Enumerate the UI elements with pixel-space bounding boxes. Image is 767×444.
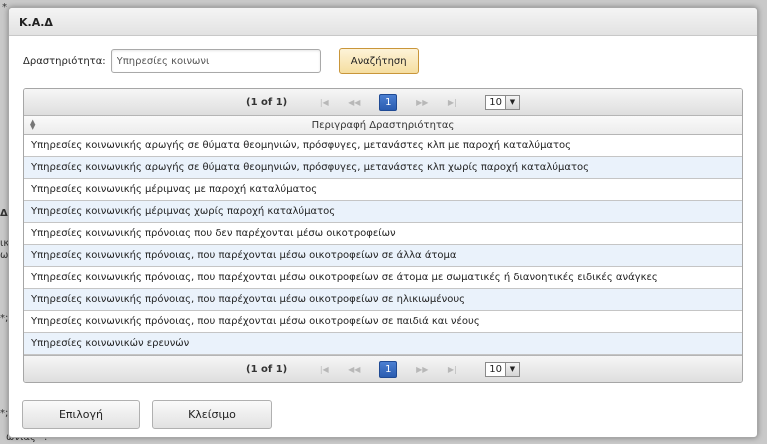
activities-table: (1 of 1) |◀ ◀◀ 1 ▶▶ ▶| 10 ▼ ▲ ▼ Περιγραφή… <box>23 88 743 383</box>
page-number-button[interactable]: 1 <box>379 360 398 378</box>
table-row[interactable]: Υπηρεσίες κοινωνικής αρωγής σε θύματα θε… <box>24 157 742 179</box>
bg-fragment: * <box>2 2 7 13</box>
prev-page-icon[interactable]: ◀◀ <box>344 94 364 110</box>
table-row[interactable]: Υπηρεσίες κοινωνικής μέριμνας χωρίς παρο… <box>24 201 742 223</box>
bg-fragment: Δ <box>0 208 8 219</box>
search-row: Δραστηριότητα: Αναζήτηση <box>23 48 419 74</box>
table-row[interactable]: Υπηρεσίες κοινωνικής πρόνοιας, που παρέχ… <box>24 289 742 311</box>
page-report: (1 of 1) <box>246 96 288 108</box>
column-header-description[interactable]: ▲ ▼ Περιγραφή Δραστηριότητας <box>24 116 742 135</box>
prev-page-icon[interactable]: ◀◀ <box>344 361 364 377</box>
search-button[interactable]: Αναζήτηση <box>338 48 419 74</box>
page-report: (1 of 1) <box>246 363 288 375</box>
last-page-icon[interactable]: ▶| <box>442 361 462 377</box>
table-row[interactable]: Υπηρεσίες κοινωνικής μέριμνας με παροχή … <box>24 179 742 201</box>
table-row[interactable]: Υπηρεσίες κοινωνικής πρόνοιας, που παρέχ… <box>24 267 742 289</box>
last-page-icon[interactable]: ▶| <box>442 94 462 110</box>
rows-per-page-value: 10 <box>489 96 502 108</box>
next-page-icon[interactable]: ▶▶ <box>412 361 432 377</box>
rows-per-page-select[interactable]: 10 ▼ <box>485 94 520 110</box>
table-row[interactable]: Υπηρεσίες κοινωνικών ερευνών <box>24 333 742 355</box>
activity-label: Δραστηριότητα: <box>23 55 106 67</box>
select-button[interactable]: Επιλογή <box>22 400 140 429</box>
chevron-down-icon: ▼ <box>504 95 519 109</box>
sort-icon: ▲ ▼ <box>30 118 36 131</box>
next-page-icon[interactable]: ▶▶ <box>412 94 432 110</box>
paginator-bottom: (1 of 1) |◀ ◀◀ 1 ▶▶ ▶| 10 ▼ <box>24 355 742 382</box>
activity-search-input[interactable] <box>110 49 321 73</box>
table-row[interactable]: Υπηρεσίες κοινωνικής πρόνοιας, που παρέχ… <box>24 311 742 333</box>
first-page-icon[interactable]: |◀ <box>314 94 334 110</box>
dialog-title: Κ.Α.Δ <box>9 8 757 36</box>
paginator-top: (1 of 1) |◀ ◀◀ 1 ▶▶ ▶| 10 ▼ <box>24 89 742 116</box>
table-row[interactable]: Υπηρεσίες κοινωνικής πρόνοιας, που παρέχ… <box>24 245 742 267</box>
column-title: Περιγραφή Δραστηριότητας <box>311 119 455 131</box>
chevron-down-icon: ▼ <box>504 362 519 376</box>
rows-per-page-value: 10 <box>489 363 502 375</box>
table-row[interactable]: Υπηρεσίες κοινωνικής αρωγής σε θύματα θε… <box>24 135 742 157</box>
close-button[interactable]: Κλείσιμο <box>152 400 272 429</box>
dialog-footer: Επιλογή Κλείσιμο <box>22 400 272 429</box>
page-number-button[interactable]: 1 <box>379 93 398 111</box>
table-row[interactable]: Υπηρεσίες κοινωνικής πρόνοιας που δεν πα… <box>24 223 742 245</box>
kad-dialog: Κ.Α.Δ Δραστηριότητα: Αναζήτηση (1 of 1) … <box>8 7 758 438</box>
first-page-icon[interactable]: |◀ <box>314 361 334 377</box>
rows-per-page-select[interactable]: 10 ▼ <box>485 361 520 377</box>
